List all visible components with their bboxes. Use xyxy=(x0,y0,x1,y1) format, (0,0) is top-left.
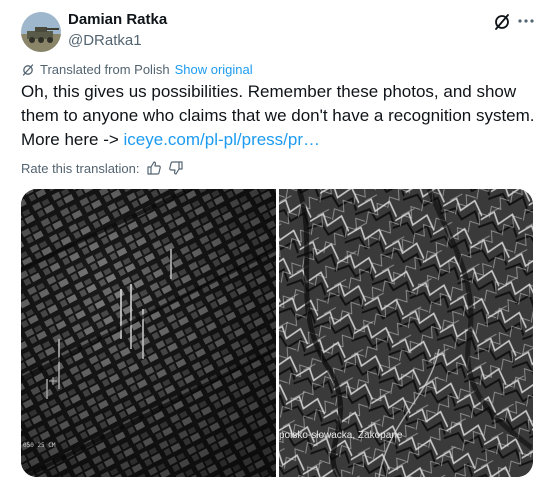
tweet-text: Oh, this gives us possibilities. Remembe… xyxy=(21,80,536,152)
tweet-link[interactable]: iceye.com/pl-pl/press/pr… xyxy=(124,130,321,149)
media-caption: polsko-słowacka, Zakopane xyxy=(279,430,403,441)
avatar-photo xyxy=(21,12,61,52)
tweet-media[interactable]: polsko-słowacka, Zakopane 050 25 CM xyxy=(21,189,533,477)
author-name[interactable]: Damian Ratka xyxy=(68,11,167,28)
grok-icon[interactable] xyxy=(492,12,512,32)
translation-notice: Translated from Polish Show original xyxy=(21,62,253,77)
thumbs-up-icon[interactable] xyxy=(146,160,162,176)
show-original-link[interactable]: Show original xyxy=(175,62,253,77)
translate-icon xyxy=(22,63,34,76)
more-options-icon[interactable] xyxy=(516,11,536,31)
rate-label: Rate this translation: xyxy=(21,160,140,176)
avatar[interactable] xyxy=(21,12,61,52)
author-handle[interactable]: @DRatka1 xyxy=(68,32,142,49)
scale-label: 050 25 CM xyxy=(23,442,56,449)
translated-from-label: Translated from Polish xyxy=(40,62,170,77)
city-radar-image xyxy=(21,189,276,477)
rate-translation: Rate this translation: xyxy=(21,160,184,176)
thumbs-down-icon[interactable] xyxy=(168,160,184,176)
